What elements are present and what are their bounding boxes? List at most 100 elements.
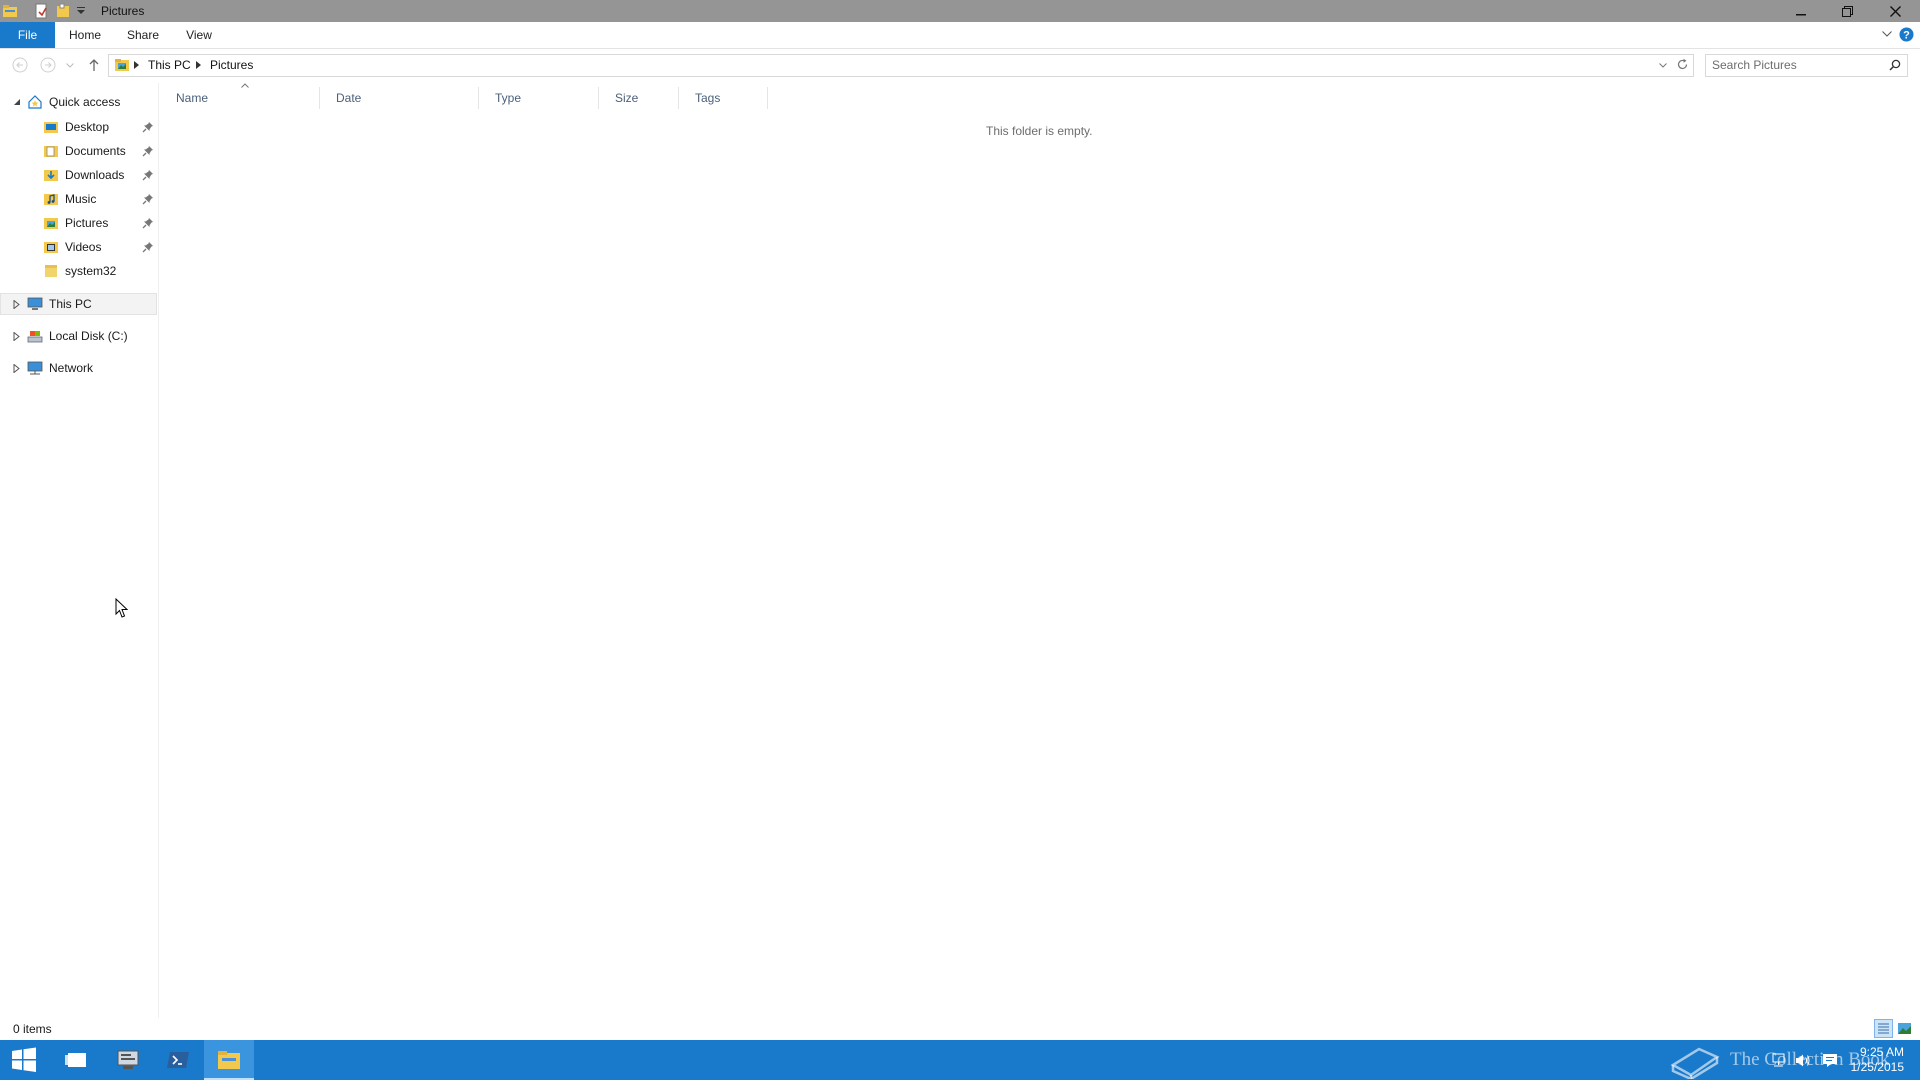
refresh-icon[interactable] (1676, 58, 1689, 71)
tab-home[interactable]: Home (62, 22, 108, 48)
column-header-type[interactable]: Type (479, 87, 599, 109)
desktop-folder-icon (43, 119, 59, 135)
nav-item-desktop[interactable]: Desktop (43, 116, 109, 138)
properties-icon[interactable] (34, 3, 48, 19)
nav-item-system32[interactable]: system32 (43, 260, 116, 282)
nav-label-local-disk: Local Disk (C:) (49, 329, 128, 343)
tab-view[interactable]: View (177, 22, 221, 48)
star-icon (27, 94, 43, 110)
folder-icon (43, 263, 59, 279)
volume-icon[interactable] (1795, 1053, 1811, 1068)
breadcrumb-separator-icon[interactable] (134, 61, 139, 69)
svg-text:?: ? (1903, 30, 1910, 42)
breadcrumb-this-pc[interactable]: This PC (148, 58, 191, 72)
collapsed-chevron-icon[interactable] (13, 300, 20, 309)
expand-ribbon-chevron-icon[interactable] (1882, 31, 1892, 37)
server-manager-icon[interactable] (104, 1040, 152, 1080)
pin-icon[interactable] (142, 217, 154, 229)
pin-icon[interactable] (142, 169, 154, 181)
network-icon (27, 360, 43, 376)
collapsed-chevron-icon[interactable] (13, 332, 20, 341)
nav-label-documents: Documents (65, 144, 126, 158)
customize-qat-chevron-icon[interactable] (77, 7, 85, 15)
nav-label-downloads: Downloads (65, 168, 125, 182)
breadcrumb-separator-icon[interactable] (196, 61, 201, 69)
large-icons-view-icon[interactable] (1897, 1021, 1912, 1036)
column-header-date[interactable]: Date (320, 87, 479, 109)
details-view-icon[interactable] (1874, 1019, 1893, 1038)
nav-item-music[interactable]: Music (43, 188, 96, 210)
nav-item-documents[interactable]: Documents (43, 140, 126, 162)
navigation-pane: Quick access Desktop Documents Downloads… (0, 83, 159, 1029)
back-button[interactable] (12, 57, 28, 73)
file-explorer-taskbar-button[interactable] (204, 1040, 254, 1080)
documents-folder-icon (43, 143, 59, 159)
nav-item-downloads[interactable]: Downloads (43, 164, 124, 186)
recent-locations-chevron-icon[interactable] (66, 63, 74, 68)
drive-icon (27, 328, 43, 344)
new-folder-icon[interactable] (56, 3, 70, 19)
item-count: 0 items (13, 1022, 52, 1036)
nav-label-desktop: Desktop (65, 120, 110, 134)
ribbon-tabs: File Home Share View ? (0, 22, 1920, 49)
pin-icon[interactable] (142, 145, 154, 157)
nav-item-network[interactable]: Network (27, 357, 93, 379)
nav-item-videos[interactable]: Videos (43, 236, 101, 258)
mouse-cursor-icon (115, 598, 128, 619)
pictures-location-icon (114, 57, 130, 73)
status-bar: 0 items (0, 1018, 1920, 1040)
nav-label-quick-access: Quick access (49, 95, 121, 109)
tab-share[interactable]: Share (119, 22, 167, 48)
help-icon[interactable]: ? (1899, 27, 1914, 42)
file-list[interactable]: Name Date Type Size Tags This folder is … (160, 83, 1920, 1029)
empty-folder-message: This folder is empty. (986, 124, 1093, 138)
nav-label-system32: system32 (65, 264, 117, 278)
pin-icon[interactable] (142, 121, 154, 133)
tab-file[interactable]: File (0, 22, 55, 48)
column-header-size[interactable]: Size (599, 87, 679, 109)
title-bar: Pictures (0, 0, 1920, 22)
expanded-chevron-icon[interactable] (13, 98, 21, 106)
task-view-icon[interactable] (52, 1040, 100, 1080)
notifications-icon[interactable] (1822, 1053, 1838, 1068)
downloads-folder-icon (43, 167, 59, 183)
address-bar[interactable]: This PC Pictures (108, 54, 1694, 77)
column-header-name[interactable]: Name (160, 87, 320, 109)
nav-item-pictures[interactable]: Pictures (43, 212, 108, 234)
start-button[interactable] (0, 1040, 48, 1080)
music-folder-icon (43, 191, 59, 207)
explorer-app-icon[interactable] (2, 3, 18, 19)
search-box[interactable] (1705, 54, 1908, 77)
window-title: Pictures (101, 4, 145, 18)
address-history-chevron-icon[interactable] (1659, 63, 1667, 68)
nav-label-network: Network (49, 361, 94, 375)
collapsed-chevron-icon[interactable] (13, 364, 20, 373)
pin-icon[interactable] (142, 193, 154, 205)
forward-button[interactable] (40, 57, 56, 73)
column-header-tags[interactable]: Tags (679, 87, 768, 109)
nav-item-local-disk[interactable]: Local Disk (C:) (27, 325, 128, 347)
pictures-folder-icon (43, 215, 59, 231)
nav-label-pictures: Pictures (65, 216, 109, 230)
nav-label-this-pc: This PC (49, 297, 92, 311)
nav-item-quick-access[interactable]: Quick access (27, 91, 120, 113)
nav-item-this-pc[interactable]: This PC (27, 293, 92, 315)
videos-folder-icon (43, 239, 59, 255)
search-input[interactable] (1712, 57, 1882, 73)
computer-icon (27, 296, 43, 312)
clock[interactable]: 9:25 AM 1/25/2015 (1846, 1045, 1904, 1075)
search-icon[interactable] (1889, 59, 1901, 71)
up-button[interactable] (87, 57, 101, 73)
clock-time: 9:25 AM (1859, 1045, 1904, 1059)
navigation-bar: This PC Pictures (0, 49, 1920, 81)
network-tray-icon[interactable] (1771, 1053, 1786, 1068)
powershell-icon[interactable] (154, 1040, 202, 1080)
restore-button[interactable] (1824, 0, 1870, 22)
clock-date: 1/25/2015 (1850, 1060, 1904, 1074)
breadcrumb-pictures[interactable]: Pictures (210, 58, 253, 72)
minimize-button[interactable] (1778, 0, 1824, 22)
nav-label-videos: Videos (65, 240, 102, 254)
taskbar: The Collection Book 9:25 AM 1/25/2015 (0, 1040, 1920, 1080)
pin-icon[interactable] (142, 241, 154, 253)
close-button[interactable] (1870, 0, 1920, 22)
